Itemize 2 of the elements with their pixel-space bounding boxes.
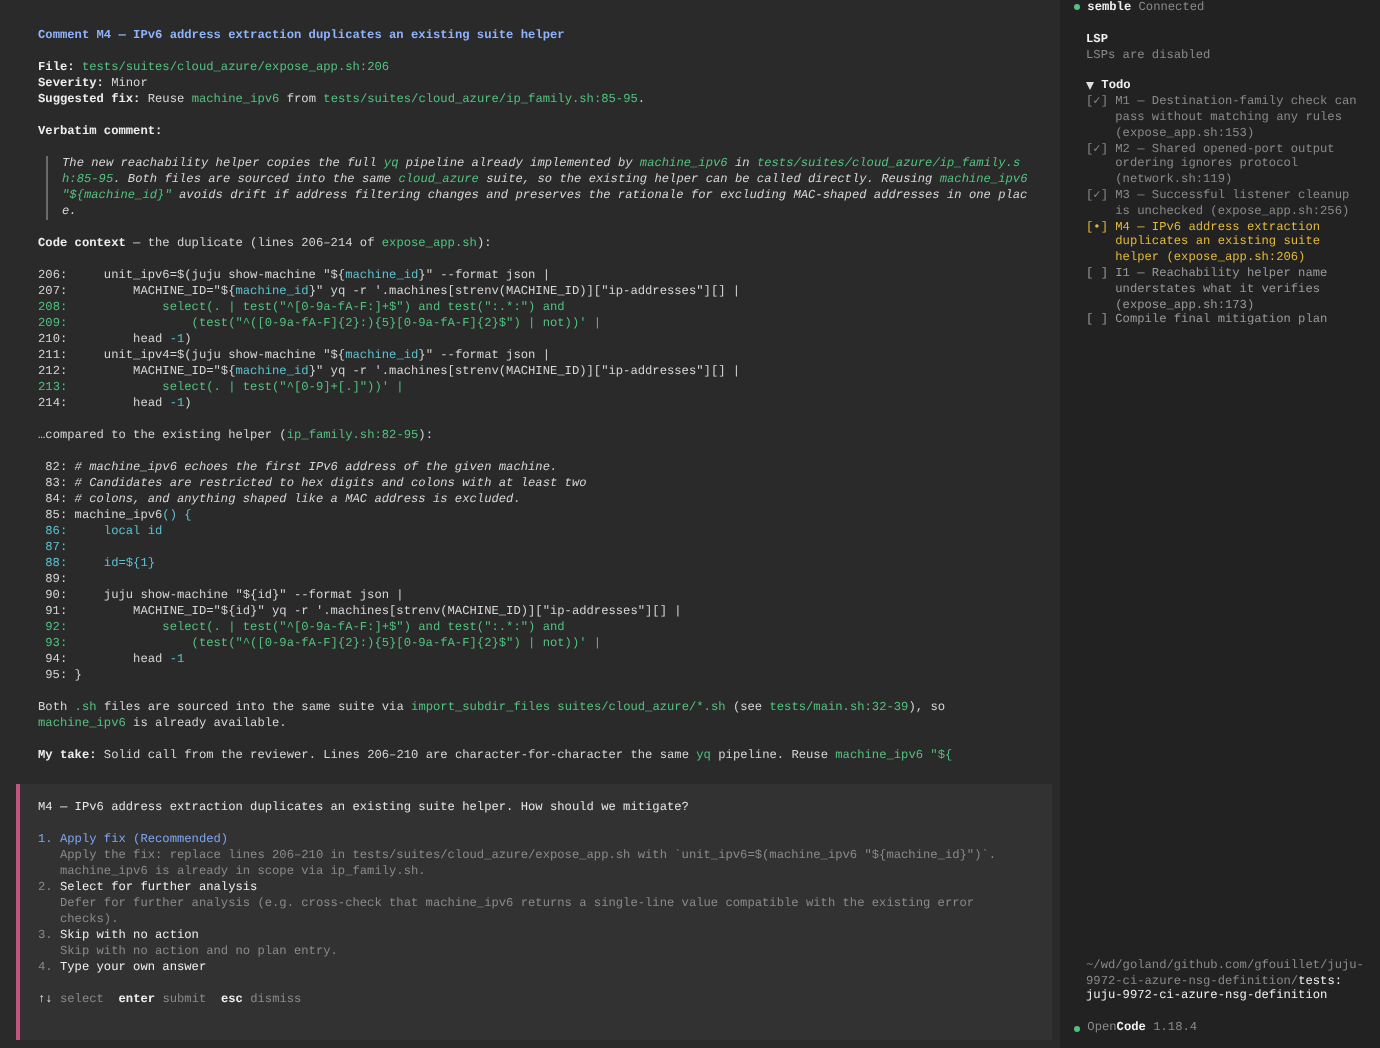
status-dot-icon [1074,1025,1080,1032]
status-dot-icon [1074,4,1080,11]
